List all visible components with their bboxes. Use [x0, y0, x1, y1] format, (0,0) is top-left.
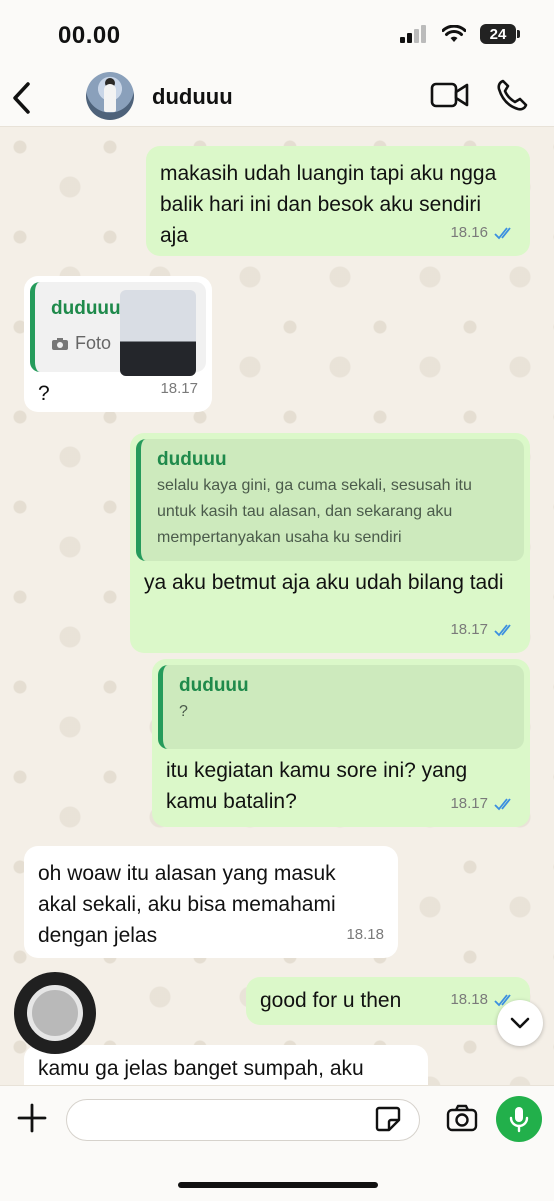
message-time: 18.18 [346, 926, 384, 943]
wifi-icon [442, 25, 466, 42]
message-bubble-outgoing[interactable]: duduuu ? itu kegiatan kamu sore ini? yan… [152, 659, 530, 827]
message-bubble-incoming[interactable]: duduuu Foto ? 18.17 [24, 276, 212, 412]
quoted-message[interactable]: duduuu selalu kaya gini, ga cuma sekali,… [136, 439, 524, 561]
message-text: kamu ga jelas banget sumpah, aku [38, 1057, 364, 1080]
phone-icon[interactable] [496, 78, 528, 112]
message-bubble-incoming[interactable]: kamu ga jelas banget sumpah, aku [24, 1045, 428, 1085]
quoted-message[interactable]: duduuu ? [158, 665, 524, 749]
quote-text: ? [179, 703, 188, 720]
quote-text: selalu kaya gini, ga cuma sekali, sesusa… [157, 477, 472, 546]
quote-label: Foto [75, 333, 112, 353]
message-meta: 18.16 [450, 217, 516, 248]
message-meta: 18.17 [450, 788, 516, 819]
message-meta: 18.17 [450, 614, 516, 645]
microphone-button[interactable] [496, 1096, 542, 1142]
contact-name[interactable]: duduuu [152, 84, 233, 110]
chevron-down-icon [510, 1017, 530, 1029]
status-bar: 00.00 24 [0, 0, 554, 72]
message-bubble-outgoing[interactable]: makasih udah luangin tapi aku ngga balik… [146, 146, 530, 256]
camera-icon [52, 337, 68, 350]
message-bubble-outgoing[interactable]: duduuu selalu kaya gini, ga cuma sekali,… [130, 433, 530, 653]
message-text: ya aku betmut aja aku udah bilang tadi [144, 571, 504, 594]
quote-author: duduuu [157, 449, 227, 470]
chat-area[interactable]: makasih udah luangin tapi aku ngga balik… [0, 127, 554, 1085]
double-check-icon [494, 226, 511, 239]
quoted-message[interactable]: duduuu Foto [30, 282, 206, 376]
message-meta: 18.18 [346, 919, 384, 950]
message-input[interactable] [66, 1099, 420, 1141]
back-chevron-icon[interactable] [10, 80, 34, 116]
message-text: oh woaw itu alasan yang masuk akal sekal… [38, 862, 336, 947]
double-check-icon [494, 797, 511, 810]
plus-icon[interactable] [16, 1102, 48, 1134]
message-bubble-incoming[interactable]: oh woaw itu alasan yang masuk akal sekal… [24, 846, 398, 958]
camera-icon[interactable] [446, 1104, 478, 1132]
microphone-icon [509, 1107, 529, 1133]
assistive-touch-button[interactable] [14, 972, 96, 1054]
video-call-icon[interactable] [430, 80, 470, 110]
photo-thumbnail[interactable] [120, 290, 196, 376]
message-time: 18.17 [450, 795, 488, 812]
message-time: 18.17 [450, 621, 488, 638]
sticker-icon[interactable] [374, 1105, 402, 1133]
home-indicator[interactable] [178, 1182, 378, 1188]
status-time: 00.00 [58, 22, 121, 49]
message-time: 18.18 [450, 991, 488, 1008]
message-time: 18.17 [160, 380, 198, 397]
message-time: 18.16 [450, 224, 488, 241]
battery-indicator: 24 [480, 24, 520, 44]
message-meta: 18.17 [160, 373, 198, 404]
quote-author: duduuu [179, 675, 249, 696]
double-check-icon [494, 623, 511, 636]
signal-icon [400, 25, 426, 43]
scroll-to-bottom-button[interactable] [497, 1000, 543, 1046]
message-bubble-outgoing[interactable]: good for u then 18.18 [246, 977, 530, 1025]
avatar[interactable] [86, 72, 134, 120]
chat-header: duduuu [0, 72, 554, 127]
status-icons: 24 [400, 24, 520, 44]
